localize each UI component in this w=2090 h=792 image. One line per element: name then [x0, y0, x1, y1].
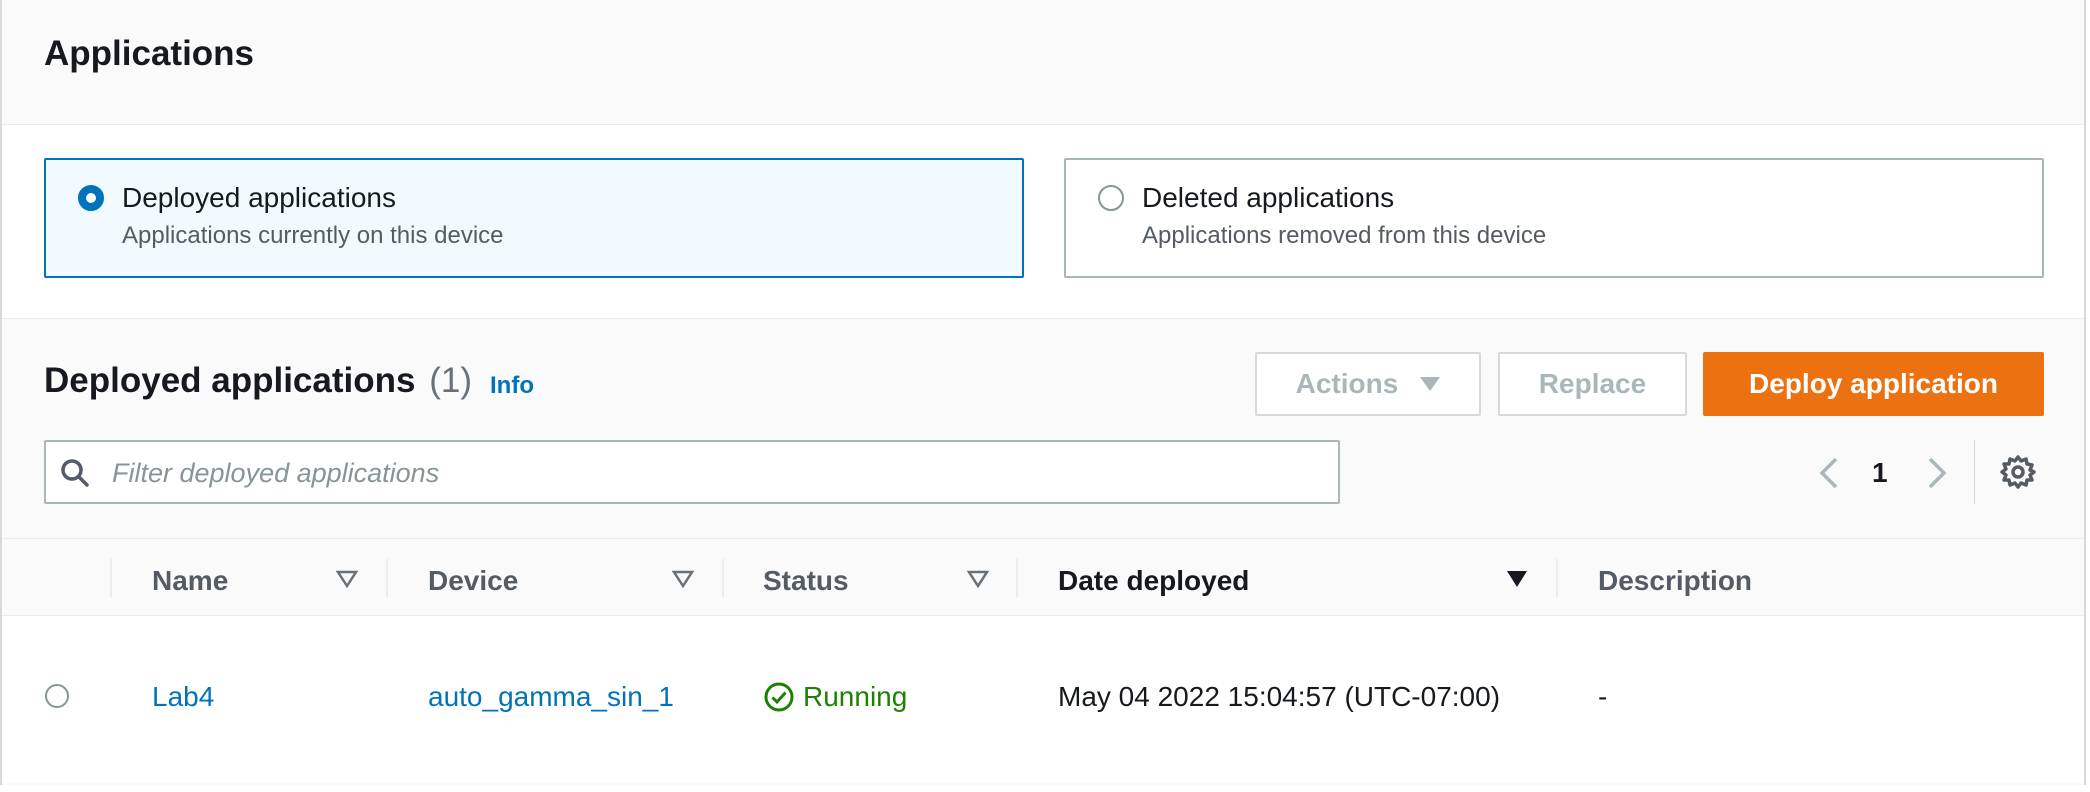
- description-value: -: [1598, 681, 1608, 712]
- column-separator: [386, 559, 388, 597]
- column-separator: [1016, 559, 1018, 597]
- applications-panel: Applications Deployed applications Appli…: [0, 0, 2086, 785]
- status-indicator: Running: [763, 681, 907, 713]
- search-input[interactable]: [110, 450, 1314, 496]
- tile-description: Applications removed from this device: [1142, 222, 1547, 249]
- tile-label: Deleted applications: [1142, 182, 1395, 213]
- chevron-left-icon[interactable]: [1814, 453, 1844, 493]
- sort-icon[interactable]: [336, 569, 358, 589]
- search-icon: [61, 459, 89, 487]
- sort-icon[interactable]: [967, 569, 989, 589]
- column-header-description[interactable]: Description: [1598, 565, 1752, 597]
- tile-deleted-applications[interactable]: Deleted applications Applications remove…: [1064, 158, 2044, 278]
- section-title-text: Deployed applications: [44, 361, 416, 400]
- column-header-status[interactable]: Status: [763, 565, 849, 597]
- sort-icon[interactable]: [672, 569, 694, 589]
- current-page-number[interactable]: 1: [1872, 457, 1888, 489]
- check-circle-icon: [764, 682, 794, 712]
- row-select-radio[interactable]: [45, 684, 69, 708]
- actions-label: Actions: [1295, 368, 1399, 399]
- tile-label: Deployed applications: [122, 182, 396, 213]
- caret-down-icon: [1420, 377, 1441, 391]
- status-text: Running: [803, 681, 908, 712]
- panel-header: Applications: [2, 0, 2084, 125]
- radio-unselected-icon[interactable]: [1098, 185, 1124, 211]
- deployed-applications-section: Deployed applications (1) Info Actions R…: [2, 319, 2084, 785]
- column-separator: [110, 559, 112, 597]
- deploy-application-button[interactable]: Deploy application: [1703, 352, 2044, 416]
- date-deployed-value: May 04 2022 15:04:57 (UTC-07:00): [1058, 681, 1501, 712]
- sort-descending-icon[interactable]: [1506, 569, 1528, 589]
- column-header-device[interactable]: Device: [428, 565, 518, 597]
- application-filter-tiles: Deployed applications Applications curre…: [2, 125, 2084, 319]
- column-separator: [722, 559, 724, 597]
- section-title: Deployed applications (1): [44, 361, 472, 401]
- device-link[interactable]: auto_gamma_sin_1: [428, 681, 674, 713]
- column-separator: [1556, 559, 1558, 597]
- actions-button[interactable]: Actions: [1255, 352, 1481, 416]
- application-name-link[interactable]: Lab4: [152, 681, 214, 713]
- table-row: Lab4 auto_gamma_sin_1 Running May 04 202…: [2, 616, 2084, 783]
- column-header-name[interactable]: Name: [152, 565, 228, 597]
- filter-search-box[interactable]: [44, 440, 1340, 504]
- chevron-right-icon[interactable]: [1922, 453, 1952, 493]
- table-header: Name Device Status Date deployed Descrip…: [2, 538, 2084, 616]
- section-count: (1): [429, 361, 472, 400]
- column-header-date-deployed[interactable]: Date deployed: [1058, 565, 1249, 597]
- tile-deployed-applications[interactable]: Deployed applications Applications curre…: [44, 158, 1024, 278]
- page-title: Applications: [44, 34, 255, 73]
- replace-button[interactable]: Replace: [1498, 352, 1687, 416]
- radio-selected-icon[interactable]: [78, 185, 104, 211]
- tile-description: Applications currently on this device: [122, 222, 504, 249]
- info-link[interactable]: Info: [490, 372, 534, 400]
- divider: [1974, 440, 1975, 504]
- gear-icon[interactable]: [2000, 454, 2036, 490]
